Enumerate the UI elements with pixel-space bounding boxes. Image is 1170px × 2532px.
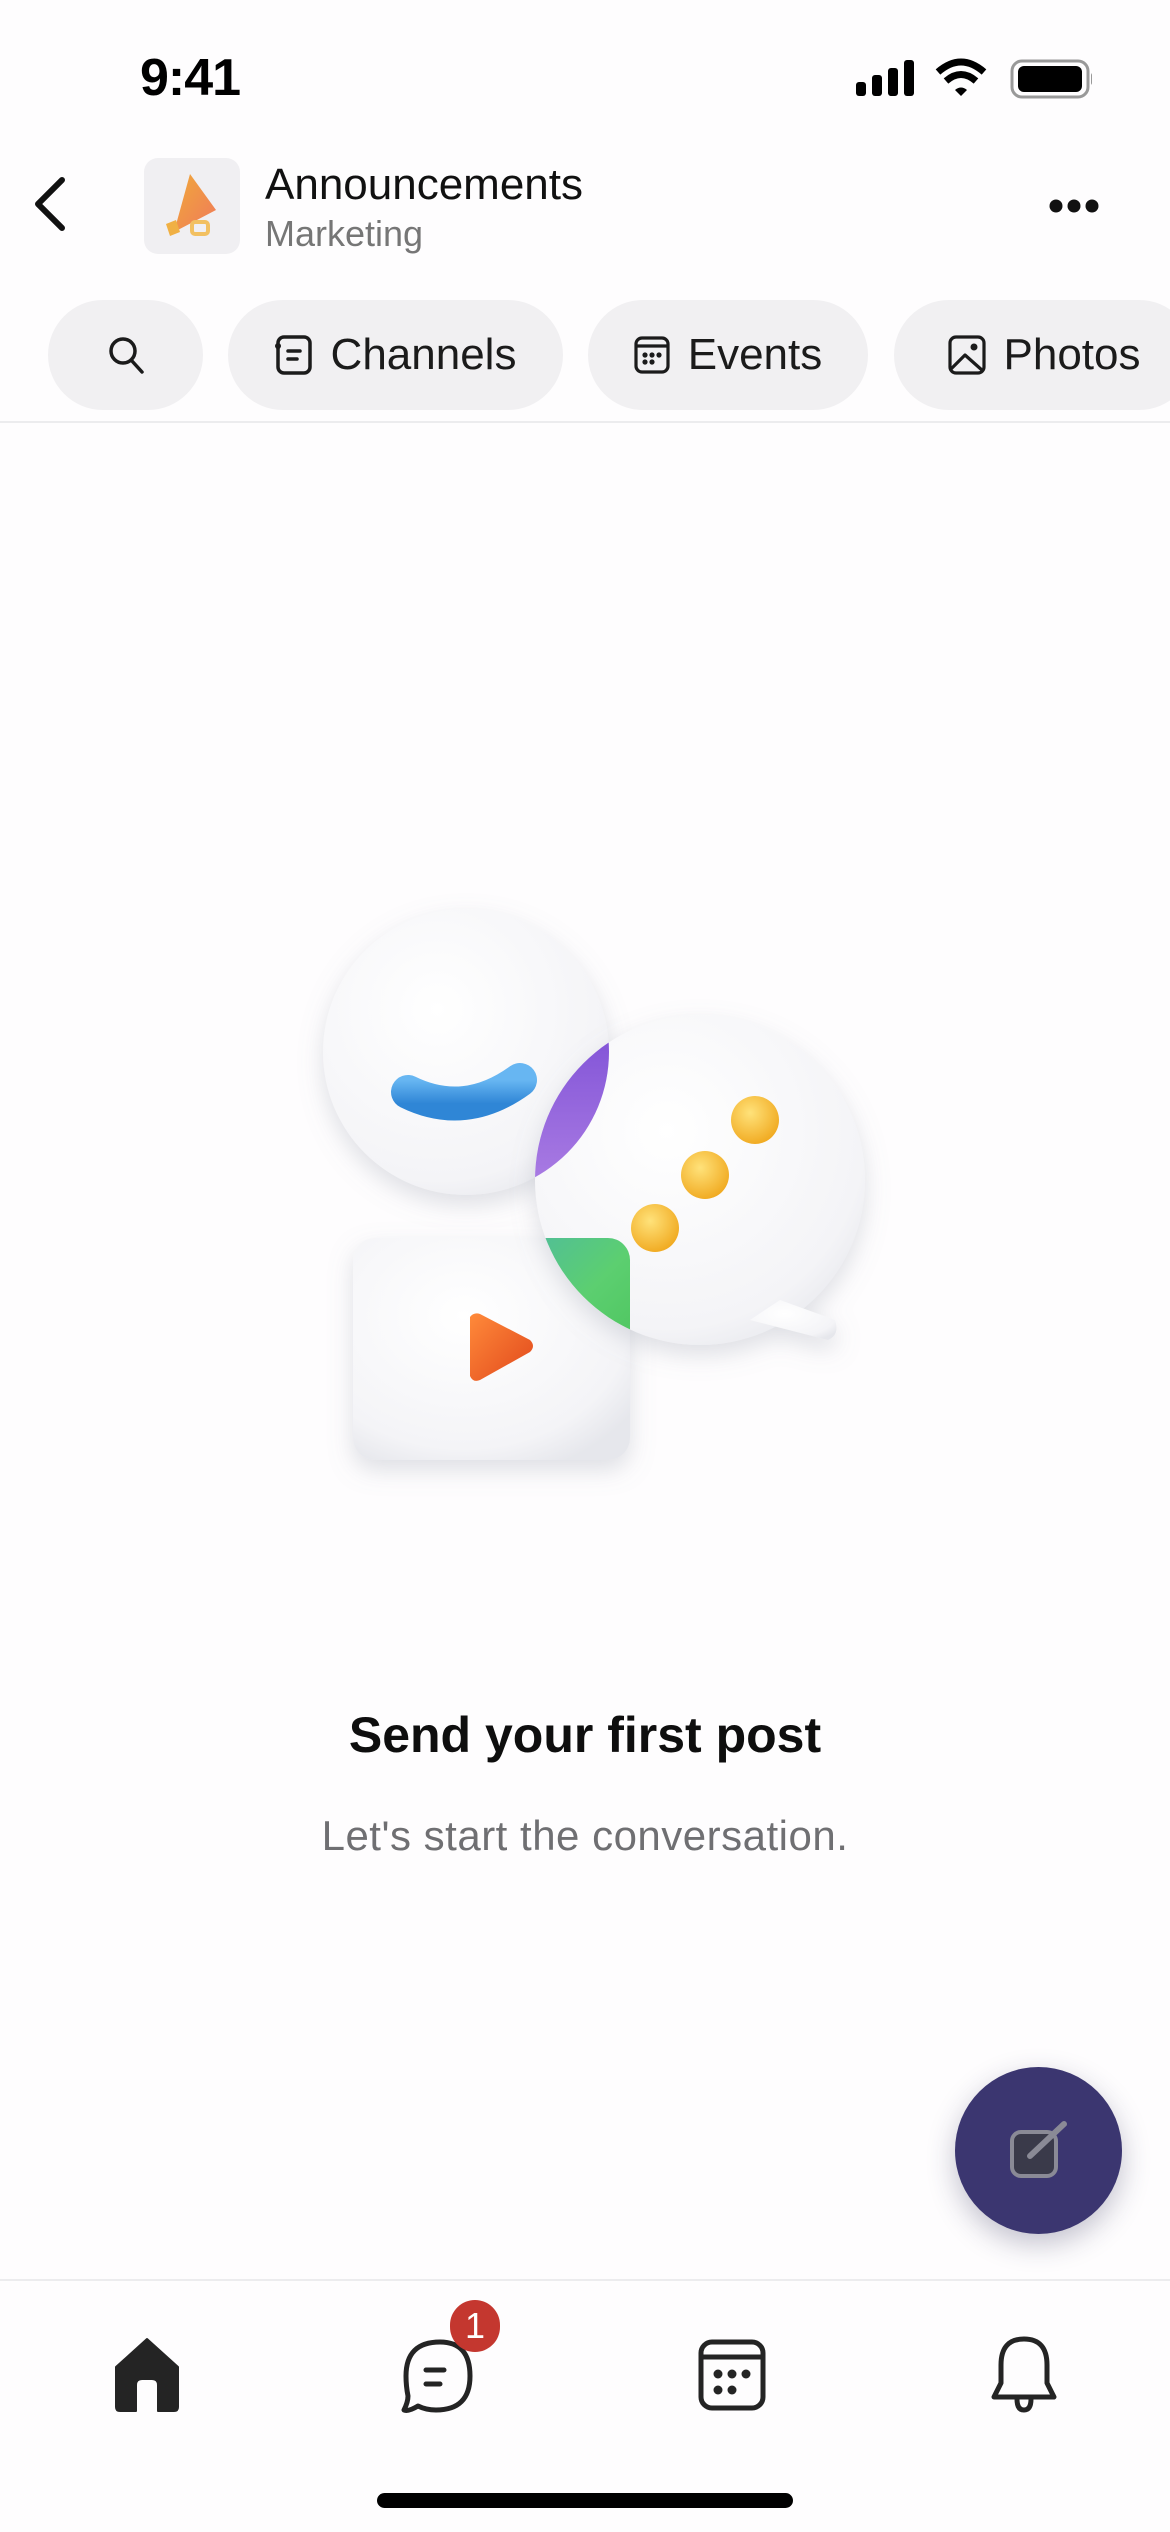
tab-home[interactable] [77,2310,217,2440]
typing-dot [631,1204,679,1252]
tab-photos[interactable]: Photos [894,300,1170,410]
search-icon [108,337,144,374]
channels-icon [274,335,312,375]
bell-icon [991,2336,1057,2413]
tab-events[interactable]: Events [588,300,868,410]
team-name: Marketing [265,213,424,254]
chevron-left-icon [35,177,65,231]
empty-state-title: Send your first post [348,1707,822,1763]
compose-icon [1009,2120,1067,2178]
header-divider [0,421,1170,423]
back-button[interactable] [22,168,78,240]
calendar-icon [634,336,670,374]
chat-bubbles-illustration [323,909,865,1460]
tab-channels-label: Channels [330,330,517,379]
status-icons [856,58,1092,99]
battery-icon [1010,59,1092,99]
tab-events-label: Events [687,330,823,379]
search-pill[interactable] [48,300,203,410]
more-options-button[interactable] [1040,186,1108,226]
calendar-icon [698,2339,766,2411]
home-indicator [377,2493,793,2508]
cellular-signal-icon [856,60,914,96]
channel-tabs: Channels Events Photos [0,300,1170,410]
megaphone-icon [166,174,216,236]
tab-notifications[interactable] [954,2310,1094,2440]
tab-calendar[interactable] [662,2310,802,2440]
typing-dot [681,1151,729,1199]
channel-title: Announcements [265,160,583,209]
status-time: 9:41 [140,49,241,107]
tab-channels[interactable]: Channels [228,300,563,410]
more-horizontal-icon [1049,199,1099,213]
new-post-button[interactable] [955,2067,1122,2234]
channel-avatar[interactable] [144,158,240,254]
tab-photos-label: Photos [1003,330,1141,379]
photo-icon [947,335,986,375]
wifi-icon [935,58,987,96]
unread-badge: 1 [450,2300,500,2352]
tabbar-divider [0,2279,1170,2281]
empty-state-subtitle: Let's start the conversation. [321,1812,849,1859]
typing-dot [731,1096,779,1144]
home-icon [115,2338,179,2412]
